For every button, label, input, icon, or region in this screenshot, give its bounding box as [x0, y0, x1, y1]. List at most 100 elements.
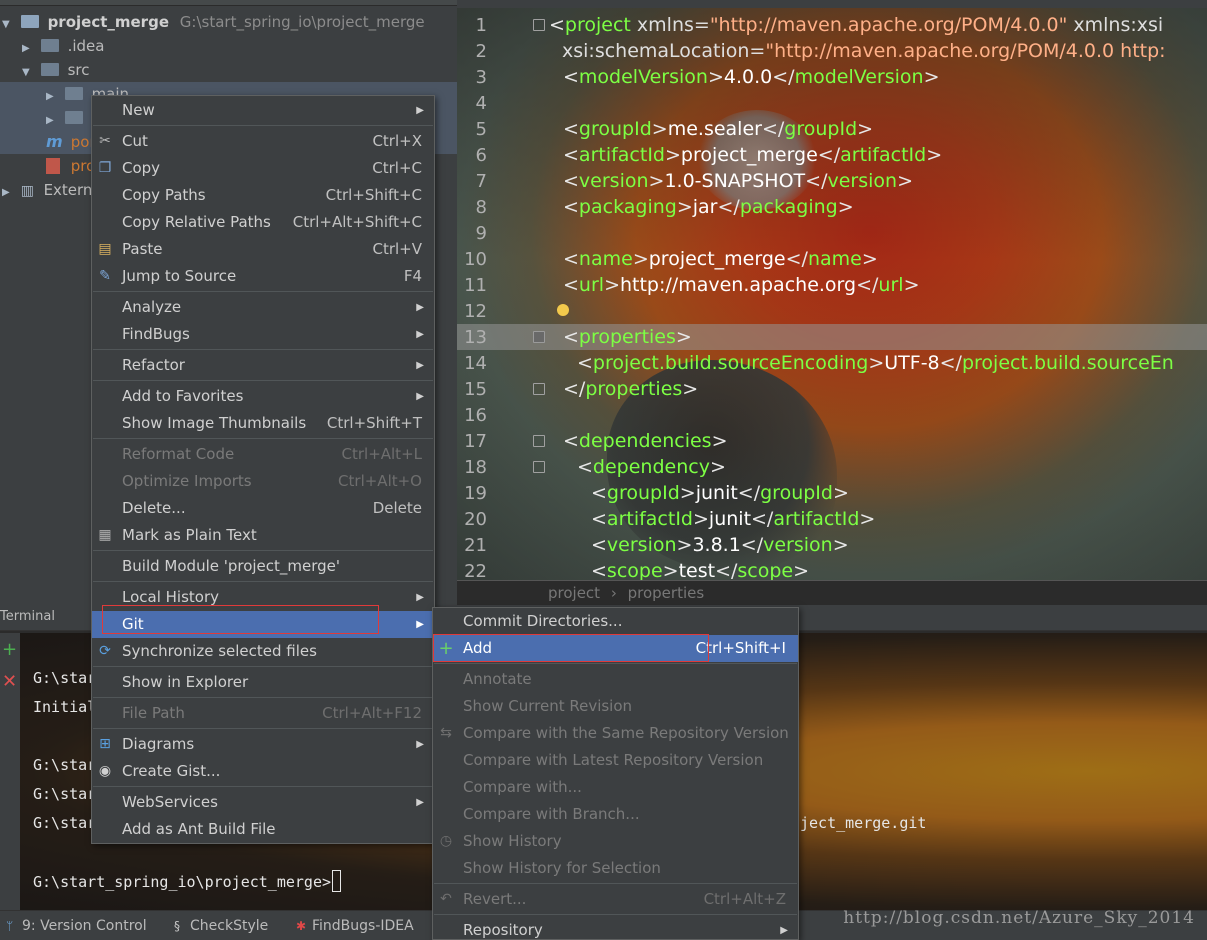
menu-item-annotate[interactable]: Annotate: [433, 666, 798, 693]
menu-item-label: Analyze: [122, 298, 182, 316]
tree-item-idea[interactable]: ▶ .idea: [22, 34, 104, 58]
tree-item-iml[interactable]: pro: [46, 154, 95, 178]
breadcrumb-item[interactable]: properties: [628, 584, 705, 602]
code-line[interactable]: 20 <artifactId>junit</artifactId>: [457, 506, 1207, 532]
root-name: project_merge: [47, 13, 169, 31]
menu-item-add-as-ant-build-file[interactable]: Add as Ant Build File: [92, 816, 434, 843]
line-number: 4: [475, 93, 487, 114]
menu-item-delete[interactable]: Delete... Delete: [92, 495, 434, 522]
checkstyle-tab[interactable]: § CheckStyle: [174, 918, 268, 934]
terminal-prompt-line[interactable]: G:\start_spring_io\project_merge>: [33, 870, 342, 892]
menu-item-copy-relative-paths[interactable]: Copy Relative Paths Ctrl+Alt+Shift+C: [92, 209, 434, 236]
menu-item-label: Compare with Branch...: [463, 805, 640, 823]
breadcrumb-item[interactable]: project: [548, 584, 600, 602]
menu-item-compare-latest-repo-version[interactable]: Compare with Latest Repository Version: [433, 747, 798, 774]
xml-tag: version: [578, 170, 649, 192]
code-line[interactable]: 4: [457, 90, 1207, 116]
editor-tab-strip[interactable]: [457, 0, 1207, 8]
code-line[interactable]: 17 <dependencies>: [457, 428, 1207, 454]
code-line[interactable]: 7 <version>1.0-SNAPSHOT</version>: [457, 168, 1207, 194]
code-line[interactable]: 16: [457, 402, 1207, 428]
menu-item-synchronize[interactable]: ⟳ Synchronize selected files: [92, 638, 434, 665]
code-line[interactable]: 6 <artifactId>project_merge</artifactId>: [457, 142, 1207, 168]
code-line[interactable]: 19 <groupId>junit</groupId>: [457, 480, 1207, 506]
menu-item-webservices[interactable]: WebServices ▶: [92, 789, 434, 816]
code-line[interactable]: 18 <dependency>: [457, 454, 1207, 480]
menu-item-compare-with[interactable]: Compare with...: [433, 774, 798, 801]
tree-item-src[interactable]: ▼ src: [22, 58, 89, 82]
menu-item-copy[interactable]: ❐ Copy Ctrl+C: [92, 155, 434, 182]
menu-item-shortcut: Delete: [372, 499, 422, 517]
menu-item-label: Show History: [463, 832, 562, 850]
menu-item-commit-directories[interactable]: Commit Directories...: [433, 608, 798, 635]
line-number: 6: [475, 145, 487, 166]
close-session-x-icon[interactable]: ✕: [2, 673, 17, 691]
menu-item-revert[interactable]: ↶ Revert... Ctrl+Alt+Z: [433, 886, 798, 913]
menu-item-show-image-thumbnails[interactable]: Show Image Thumbnails Ctrl+Shift+T: [92, 410, 434, 437]
menu-item-jump-to-source[interactable]: ✎ Jump to Source F4: [92, 263, 434, 290]
menu-item-shortcut: Ctrl+X: [372, 132, 422, 150]
plain-text-icon: ▦: [98, 527, 112, 543]
tree-item-root[interactable]: ▼ project_merge G:\start_spring_io\proje…: [2, 10, 425, 34]
new-session-plus-icon[interactable]: +: [2, 641, 17, 659]
code-line[interactable]: 1 <project xmlns="http://maven.apache.org…: [457, 12, 1207, 38]
code-line[interactable]: 5 <groupId>me.sealer</groupId>: [457, 116, 1207, 142]
line-number: 9: [475, 223, 487, 244]
tree-item-test[interactable]: ▶: [46, 106, 87, 130]
code-line[interactable]: 10 <name>project_merge</name>: [457, 246, 1207, 272]
xml-text: http://maven.apache.org: [619, 274, 857, 296]
menu-item-show-history-for-selection[interactable]: Show History for Selection: [433, 855, 798, 882]
editor-pane[interactable]: 1 <project xmlns="http://maven.apache.org…: [457, 0, 1207, 580]
code-line[interactable]: 22 <scope>test</scope>: [457, 558, 1207, 580]
menu-item-compare-same-repo-version[interactable]: ⇆ Compare with the Same Repository Versio…: [433, 720, 798, 747]
menu-item-show-current-revision[interactable]: Show Current Revision: [433, 693, 798, 720]
menu-item-new[interactable]: New ▶: [92, 97, 434, 124]
menu-item-repository[interactable]: Repository ▶: [433, 917, 798, 940]
menu-item-compare-with-branch[interactable]: Compare with Branch...: [433, 801, 798, 828]
code-line[interactable]: 8 <packaging>jar</packaging>: [457, 194, 1207, 220]
xml-tag: url: [578, 274, 605, 296]
code-line[interactable]: 11 <url>http://maven.apache.org</url>: [457, 272, 1207, 298]
menu-item-optimize-imports[interactable]: Optimize Imports Ctrl+Alt+O: [92, 468, 434, 495]
menu-item-create-gist[interactable]: ◉ Create Gist...: [92, 758, 434, 785]
menu-item-paste[interactable]: ▤ Paste Ctrl+V: [92, 236, 434, 263]
menu-item-shortcut: Ctrl+C: [372, 159, 422, 177]
version-control-tab[interactable]: ᛘ 9: Version Control: [6, 918, 147, 934]
expand-arrow-icon[interactable]: ▼: [22, 61, 36, 85]
code-line[interactable]: 2 xsi:schemaLocation="http://maven.apache…: [457, 38, 1207, 64]
menu-item-findbugs[interactable]: FindBugs ▶: [92, 321, 434, 348]
tree-item-external-libraries[interactable]: ▶ ▥ Externa: [2, 178, 102, 202]
highlight-box-git: [102, 605, 379, 634]
menu-item-label: Synchronize selected files: [122, 642, 317, 660]
code-line[interactable]: 15 </properties>: [457, 376, 1207, 402]
menu-item-show-history[interactable]: ◷ Show History: [433, 828, 798, 855]
menu-item-file-path[interactable]: File Path Ctrl+Alt+F12: [92, 700, 434, 727]
code-line[interactable]: 9: [457, 220, 1207, 246]
menu-item-cut[interactable]: ✂ Cut Ctrl+X: [92, 128, 434, 155]
menu-item-analyze[interactable]: Analyze ▶: [92, 294, 434, 321]
menu-item-label: File Path: [122, 704, 185, 722]
menu-item-copy-paths[interactable]: Copy Paths Ctrl+Shift+C: [92, 182, 434, 209]
menu-item-add-to-favorites[interactable]: Add to Favorites ▶: [92, 383, 434, 410]
xml-attr: xsi:schemaLocation=: [562, 40, 766, 62]
findbugs-tab[interactable]: ✱ FindBugs-IDEA: [296, 918, 414, 934]
code-line-current[interactable]: 13 <properties>: [457, 324, 1207, 350]
project-context-menu: New ▶ ✂ Cut Ctrl+X ❐ Copy Ctrl+C Copy Paths Ct…: [91, 95, 435, 844]
expand-arrow-icon[interactable]: ▼: [2, 13, 16, 37]
menu-separator: [93, 349, 433, 350]
menu-item-mark-as-plain-text[interactable]: ▦ Mark as Plain Text: [92, 522, 434, 549]
code-line[interactable]: 14 <project.build.sourceEncoding>UTF-8</p…: [457, 350, 1207, 376]
menu-item-diagrams[interactable]: ⊞ Diagrams ▶: [92, 731, 434, 758]
xml-text: 1.0-SNAPSHOT: [664, 170, 806, 192]
menu-separator: [93, 697, 433, 698]
menu-item-show-in-explorer[interactable]: Show in Explorer: [92, 669, 434, 696]
code-line[interactable]: 21 <version>3.8.1</version>: [457, 532, 1207, 558]
menu-separator: [93, 581, 433, 582]
menu-item-refactor[interactable]: Refactor ▶: [92, 352, 434, 379]
collapse-arrow-icon[interactable]: ▶: [2, 181, 16, 205]
menu-item-build-module[interactable]: Build Module 'project_merge': [92, 553, 434, 580]
menu-item-reformat-code[interactable]: Reformat Code Ctrl+Alt+L: [92, 441, 434, 468]
code-line[interactable]: 3 <modelVersion>4.0.0</modelVersion>: [457, 64, 1207, 90]
terminal-output-line: G:\star: [33, 814, 97, 832]
code-line[interactable]: 12: [457, 298, 1207, 324]
